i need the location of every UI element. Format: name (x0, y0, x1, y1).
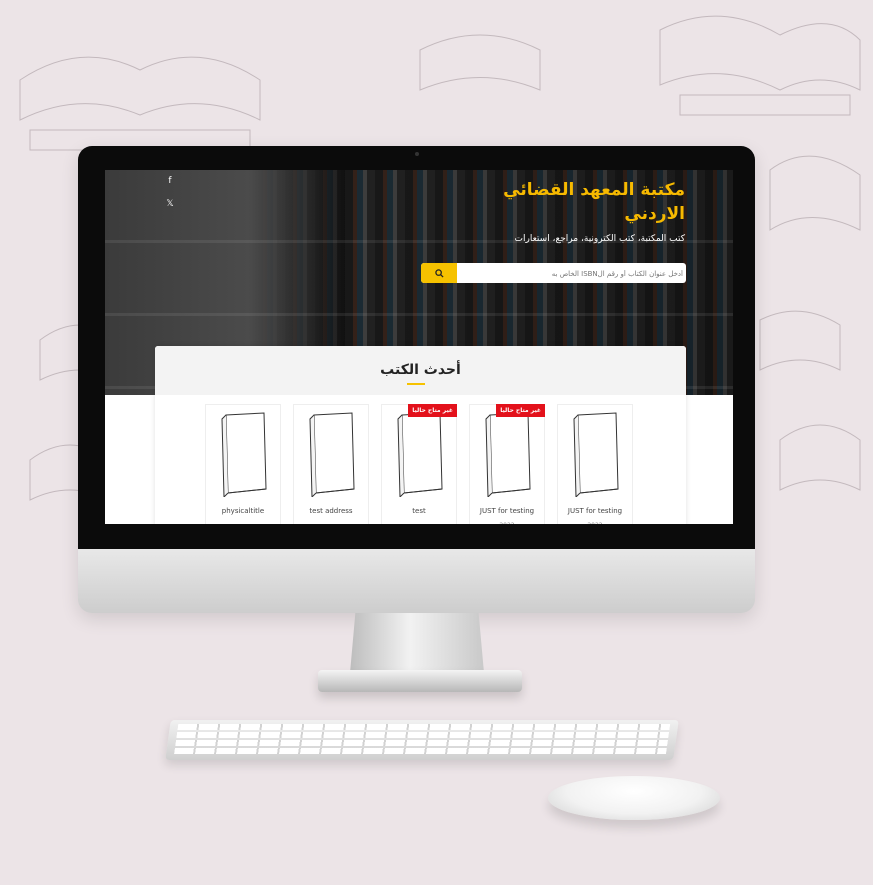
book-icon (397, 412, 443, 497)
book-title: physicaltitle (221, 507, 265, 515)
mouse (548, 776, 720, 820)
keyboard-keys (173, 724, 671, 756)
search-bar (421, 263, 686, 283)
book-card[interactable]: physicaltitle (205, 404, 281, 524)
site-title: مكتبة المعهد القضائي الاردني (503, 180, 685, 224)
monitor-stand (350, 613, 484, 673)
unavailable-badge: غير متاح حاليا (408, 404, 457, 417)
book-icon (221, 412, 267, 497)
book-card[interactable]: غير متاح حاليا JUST for testing 2022 (469, 404, 545, 524)
site-subtitle: كتب المكتبة، كتب الكترونية، مراجع، استعا… (514, 234, 685, 244)
latest-books-section: أحدث الكتب physicaltitle test address غي… (155, 346, 686, 524)
unavailable-badge: غير متاح حاليا (496, 404, 545, 417)
social-links: f 𝕏 (165, 176, 175, 222)
search-icon (434, 268, 444, 278)
section-title: أحدث الكتب (380, 362, 461, 378)
book-year: 2022 (558, 522, 632, 524)
monitor-chin (78, 549, 755, 613)
latest-books-header: أحدث الكتب (155, 346, 686, 395)
book-card[interactable]: غير متاح حاليا test (381, 404, 457, 524)
twitter-icon[interactable]: 𝕏 (165, 199, 175, 209)
title-underline (407, 383, 425, 385)
book-title: JUST for testing (567, 507, 623, 515)
book-icon (573, 412, 619, 497)
website-screen: f 𝕏 مكتبة المعهد القضائي الاردني كتب الم… (105, 170, 733, 524)
search-button[interactable] (421, 263, 457, 283)
book-icon (485, 412, 531, 497)
book-card[interactable]: JUST for testing 2022 (557, 404, 633, 524)
camera (415, 152, 419, 156)
book-title: test address (309, 507, 353, 515)
monitor-stand-base (318, 670, 522, 692)
keyboard (165, 720, 679, 760)
book-title: test (412, 507, 426, 515)
facebook-icon[interactable]: f (165, 176, 175, 186)
book-title: JUST for testing (479, 507, 535, 515)
book-icon (309, 412, 355, 497)
search-input[interactable] (461, 263, 685, 283)
book-card[interactable]: test address (293, 404, 369, 524)
book-year: 2022 (470, 522, 544, 524)
